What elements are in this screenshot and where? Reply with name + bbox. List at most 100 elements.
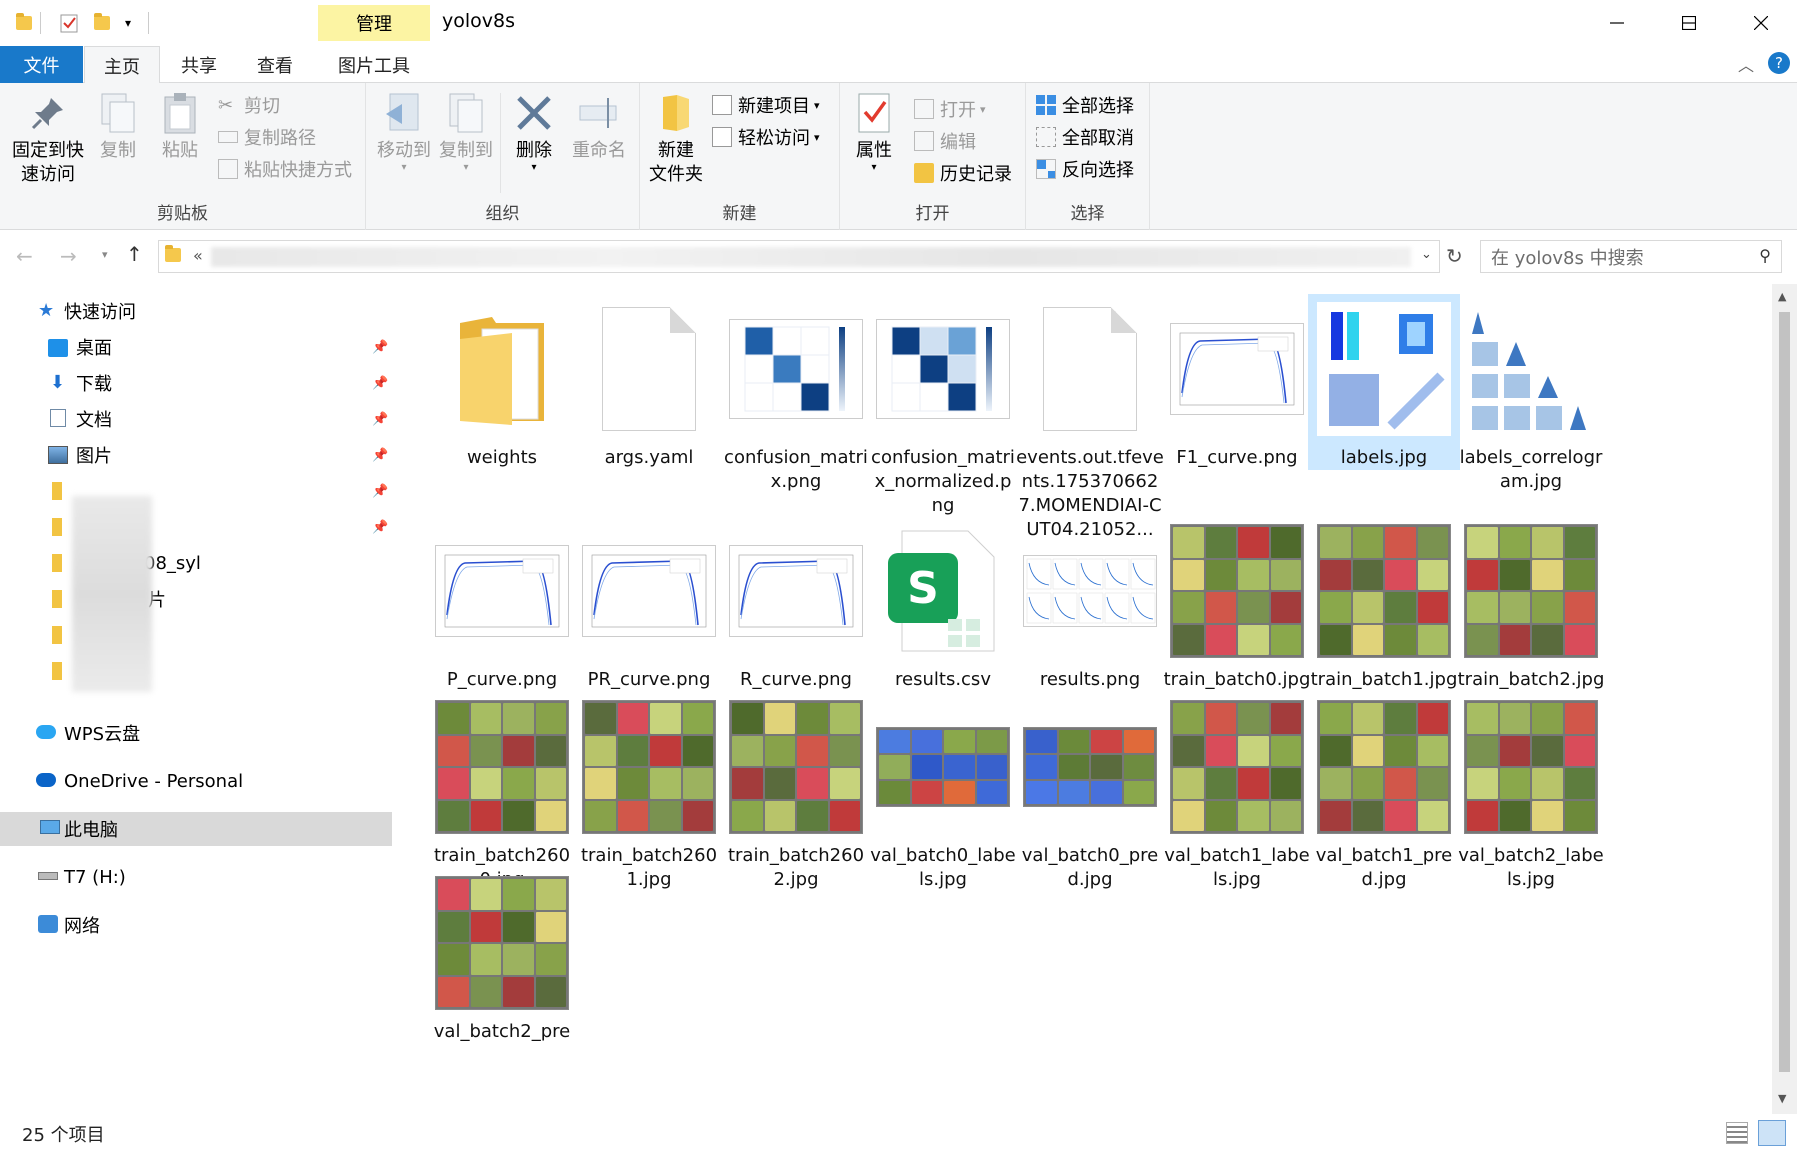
search-box[interactable]: 在 yolov8s 中搜索 ⚲ bbox=[1480, 240, 1782, 273]
file-item[interactable]: train_batch0.jpg bbox=[1161, 516, 1313, 692]
sidebar-item-wps-cloud[interactable]: WPS云盘 bbox=[0, 716, 392, 750]
invert-selection-button[interactable]: 反向选择 bbox=[1036, 155, 1134, 183]
vertical-scrollbar[interactable]: ▲ ▼ bbox=[1772, 284, 1797, 1114]
pin-icon[interactable]: 📌 bbox=[372, 376, 388, 391]
rename-button[interactable]: 重命名 bbox=[566, 91, 632, 163]
new-folder-icon[interactable] bbox=[90, 10, 114, 36]
sidebar-item-desktop[interactable]: 桌面 📌 bbox=[0, 330, 392, 364]
file-item[interactable]: F1_curve.png bbox=[1161, 294, 1313, 470]
easy-access-button[interactable]: 轻松访问 ▾ bbox=[712, 123, 820, 151]
file-item[interactable]: val_batch2_labels.jpg bbox=[1455, 692, 1607, 892]
properties-check-icon[interactable] bbox=[56, 10, 82, 36]
file-name: PR_curve.png bbox=[587, 669, 711, 690]
properties-button[interactable]: 属性 ▾ bbox=[848, 91, 900, 173]
paste-button[interactable]: 粘贴 bbox=[152, 91, 208, 163]
clipboard-group: 固定到快 速访问 复制 粘贴 ✂ 剪切 复制路径 粘贴快捷方式 剪贴板 bbox=[0, 83, 366, 230]
scroll-up-icon[interactable]: ▲ bbox=[1778, 290, 1786, 303]
pin-icon[interactable]: 📌 bbox=[372, 448, 388, 463]
file-item[interactable]: R_curve.png bbox=[720, 516, 872, 692]
minimize-icon[interactable] bbox=[1581, 0, 1653, 46]
file-item[interactable]: val_batch1_labels.jpg bbox=[1161, 692, 1313, 892]
file-item[interactable]: train_batch1.jpg bbox=[1308, 516, 1460, 692]
sidebar-item-folder[interactable]: 📌 bbox=[0, 510, 392, 544]
customize-toolbar-icon[interactable]: ▾ bbox=[118, 10, 138, 36]
sidebar-item-onedrive[interactable]: OneDrive - Personal bbox=[0, 764, 392, 798]
history-button[interactable]: 历史记录 bbox=[914, 159, 1012, 187]
file-item[interactable]: confusion_matrix_normalized.png bbox=[867, 294, 1019, 518]
pin-quick-access-button[interactable]: 固定到快 速访问 bbox=[8, 91, 88, 187]
open-group-label: 打开 bbox=[915, 204, 950, 224]
pin-icon[interactable]: 📌 bbox=[372, 484, 388, 499]
up-icon[interactable]: ↑ bbox=[126, 242, 143, 266]
sidebar-item-pictures[interactable]: 图片 📌 bbox=[0, 438, 392, 472]
select-none-button[interactable]: 全部取消 bbox=[1036, 123, 1134, 151]
forward-icon[interactable]: → bbox=[60, 244, 77, 268]
recent-locations-icon[interactable]: ▾ bbox=[102, 248, 108, 261]
file-item[interactable]: P_curve.png bbox=[426, 516, 578, 692]
refresh-icon[interactable]: ↻ bbox=[1446, 244, 1463, 268]
tab-view[interactable]: 查看 bbox=[240, 46, 310, 83]
file-item[interactable]: confusion_matrix.png bbox=[720, 294, 872, 494]
new-folder-button[interactable]: 新建 文件夹 bbox=[646, 91, 706, 187]
new-item-icon bbox=[712, 95, 732, 115]
tab-picture-tools[interactable]: 图片工具 bbox=[318, 46, 430, 83]
copy-button[interactable]: 复制 bbox=[90, 91, 146, 163]
sidebar-item-folder[interactable] bbox=[0, 654, 392, 688]
file-item[interactable]: labels.jpg bbox=[1308, 294, 1460, 470]
file-item[interactable]: val_batch0_labels.jpg bbox=[867, 692, 1019, 892]
tab-share[interactable]: 共享 bbox=[164, 46, 234, 83]
scroll-down-icon[interactable]: ▼ bbox=[1778, 1092, 1786, 1105]
file-item[interactable]: train_batch2600.jpg bbox=[426, 692, 578, 892]
pin-icon[interactable]: 📌 bbox=[372, 412, 388, 427]
copy-to-button[interactable]: 复制到 ▾ bbox=[436, 91, 496, 173]
file-item[interactable]: train_batch2601.jpg bbox=[573, 692, 725, 892]
breadcrumb-overflow[interactable]: « bbox=[193, 246, 203, 265]
paste-shortcut-button[interactable]: 粘贴快捷方式 bbox=[218, 155, 352, 183]
tab-home[interactable]: 主页 bbox=[84, 46, 160, 84]
file-item[interactable]: results.png bbox=[1014, 516, 1166, 692]
large-icons-view-icon[interactable] bbox=[1758, 1120, 1786, 1146]
maximize-button[interactable] bbox=[1653, 0, 1725, 46]
sidebar-item-folder[interactable] bbox=[0, 618, 392, 652]
tab-file[interactable]: 文件 bbox=[0, 46, 83, 83]
file-item[interactable]: val_batch1_pred.jpg bbox=[1308, 692, 1460, 892]
sidebar-item-documents[interactable]: 文档 📌 bbox=[0, 402, 392, 436]
file-item[interactable]: events.out.tfevents.1753706627.MOMENDIAI… bbox=[1014, 294, 1166, 542]
help-icon[interactable]: ? bbox=[1768, 52, 1790, 74]
sidebar-item-folder[interactable]: 片 bbox=[0, 582, 392, 616]
cut-button[interactable]: ✂ 剪切 bbox=[218, 91, 280, 119]
pin-icon[interactable]: 📌 bbox=[372, 520, 388, 535]
new-item-button[interactable]: 新建项目 ▾ bbox=[712, 91, 820, 119]
file-item[interactable]: val_batch0_pred.jpg bbox=[1014, 692, 1166, 892]
file-item[interactable]: weights bbox=[426, 294, 578, 470]
select-all-button[interactable]: 全部选择 bbox=[1036, 91, 1134, 119]
move-to-button[interactable]: 移动到 ▾ bbox=[374, 91, 434, 173]
file-item[interactable]: args.yaml bbox=[573, 294, 725, 470]
file-item[interactable]: train_batch2602.jpg bbox=[720, 692, 872, 892]
sidebar-item-quick-access[interactable]: ★ 快速访问 bbox=[0, 294, 392, 328]
open-button[interactable]: 打开 ▾ bbox=[914, 95, 986, 123]
sidebar-item-network[interactable]: 网络 bbox=[0, 908, 392, 942]
delete-button[interactable]: 删除 ▾ bbox=[506, 91, 562, 173]
scroll-thumb[interactable] bbox=[1779, 312, 1790, 1072]
manage-context-tab[interactable]: 管理 bbox=[318, 5, 430, 41]
sidebar-item-folder[interactable]: 08_syl bbox=[0, 546, 392, 580]
details-view-icon[interactable] bbox=[1726, 1122, 1748, 1144]
address-dropdown-icon[interactable]: ⌄ bbox=[1421, 247, 1432, 262]
sidebar-item-this-pc[interactable]: 此电脑 bbox=[0, 812, 392, 846]
sidebar-item-folder[interactable]: 📌 bbox=[0, 474, 392, 508]
file-item[interactable]: labels_correlogram.jpg bbox=[1455, 294, 1607, 494]
close-button[interactable] bbox=[1725, 0, 1797, 46]
edit-button[interactable]: 编辑 bbox=[914, 127, 976, 155]
file-item[interactable]: PR_curve.png bbox=[573, 516, 725, 692]
back-icon[interactable]: ← bbox=[16, 244, 33, 268]
collapse-ribbon-icon[interactable]: ︿ bbox=[1738, 52, 1754, 76]
pin-icon[interactable]: 📌 bbox=[372, 340, 388, 355]
sidebar-item-drive-h[interactable]: T7 (H:) bbox=[0, 860, 392, 894]
file-item[interactable]: train_batch2.jpg bbox=[1455, 516, 1607, 692]
file-item[interactable]: Sresults.csv bbox=[867, 516, 1019, 692]
copy-path-button[interactable]: 复制路径 bbox=[218, 123, 316, 151]
file-item[interactable]: val_batch2_pre bbox=[426, 868, 578, 1044]
sidebar-item-downloads[interactable]: ⬇ 下载 📌 bbox=[0, 366, 392, 400]
address-input[interactable]: « ⌄ bbox=[158, 240, 1440, 273]
